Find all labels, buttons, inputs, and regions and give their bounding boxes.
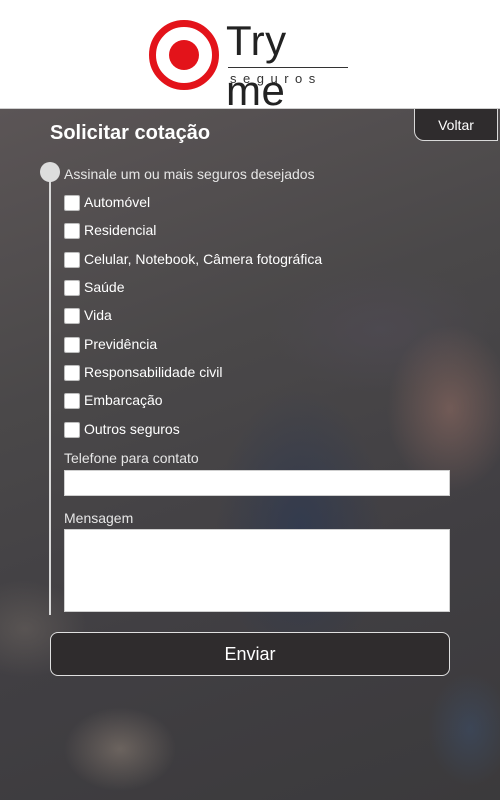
- brand-name: Try me: [226, 17, 287, 114]
- checkbox[interactable]: [64, 252, 80, 268]
- brand-subtitle: seguros: [230, 71, 322, 86]
- option-label: Vida: [84, 307, 112, 323]
- logo-circle-icon: [149, 20, 219, 90]
- timeline-dot: [40, 162, 60, 182]
- instruction-text: Assinale um ou mais seguros desejados: [64, 166, 315, 182]
- phone-input[interactable]: [64, 470, 450, 496]
- checkbox[interactable]: [64, 308, 80, 324]
- page-title: Solicitar cotação: [50, 122, 211, 144]
- message-label: Mensagem: [64, 510, 134, 526]
- option-label: Responsabilidade civil: [84, 364, 223, 380]
- checkbox[interactable]: [64, 337, 80, 353]
- option-label: Residencial: [84, 222, 157, 238]
- checkbox[interactable]: [64, 280, 80, 296]
- checkbox[interactable]: [64, 223, 80, 239]
- back-button[interactable]: Voltar: [414, 109, 498, 141]
- option-label: Outros seguros: [84, 421, 180, 437]
- logo-divider: [228, 67, 348, 68]
- option-label: Saúde: [84, 279, 125, 295]
- header: Try me seguros: [0, 0, 500, 114]
- submit-button[interactable]: Enviar: [50, 632, 450, 676]
- option-label: Automóvel: [84, 194, 151, 210]
- checkbox[interactable]: [64, 422, 80, 438]
- timeline-line: [49, 172, 51, 615]
- option-label: Previdência: [84, 336, 158, 352]
- checkbox[interactable]: [64, 365, 80, 381]
- option-label: Embarcação: [84, 392, 163, 408]
- checkbox[interactable]: [64, 195, 80, 211]
- checkbox[interactable]: [64, 393, 80, 409]
- phone-label: Telefone para contato: [64, 450, 199, 466]
- brand-logo[interactable]: Try me seguros: [148, 16, 358, 114]
- option-label: Celular, Notebook, Câmera fotográfica: [84, 251, 323, 267]
- message-textarea[interactable]: [64, 529, 450, 612]
- logo-dot-icon: [169, 40, 199, 70]
